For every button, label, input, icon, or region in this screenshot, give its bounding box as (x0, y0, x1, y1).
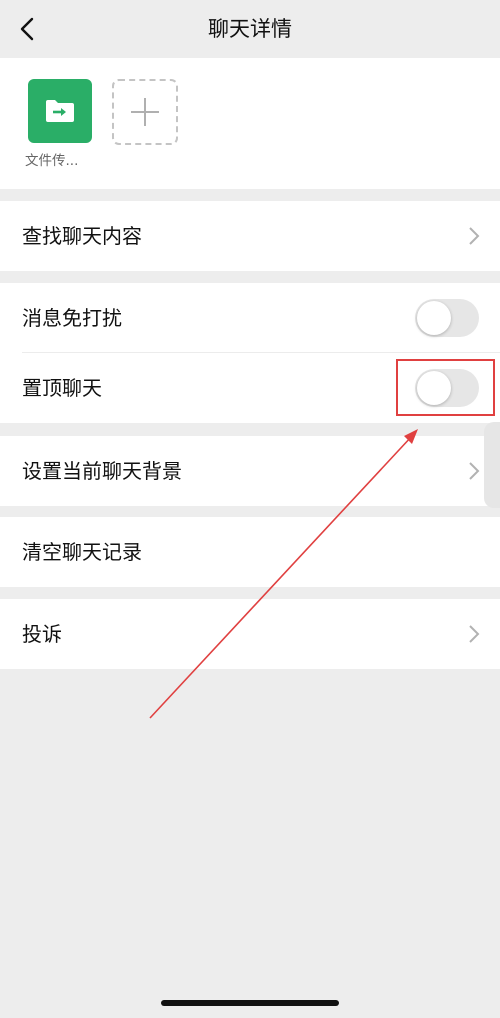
search-group: 查找聊天内容 (0, 201, 500, 271)
mute-notifications-row: 消息免打扰 (0, 283, 500, 353)
clear-chat-history-row[interactable]: 清空聊天记录 (0, 517, 500, 587)
toggle-knob (417, 301, 451, 335)
mute-toggle[interactable] (415, 299, 479, 337)
row-label: 投诉 (22, 622, 62, 646)
add-member-button[interactable] (112, 79, 178, 145)
member-panel: 文件传... (0, 58, 500, 189)
chevron-right-icon (469, 625, 480, 643)
annotation-highlight-box (396, 359, 495, 416)
home-indicator (161, 1000, 339, 1006)
clear-group: 清空聊天记录 (0, 517, 500, 587)
page-title: 聊天详情 (208, 17, 292, 41)
navigation-bar: 聊天详情 (0, 0, 500, 58)
row-label: 消息免打扰 (22, 306, 122, 330)
row-label: 置顶聊天 (22, 376, 102, 400)
report-group: 投诉 (0, 599, 500, 669)
chevron-right-icon (469, 462, 480, 480)
chevron-right-icon (469, 227, 480, 245)
floating-side-tab[interactable] (484, 422, 500, 508)
background-group: 设置当前聊天背景 (0, 436, 500, 506)
row-label: 清空聊天记录 (22, 540, 142, 564)
report-row[interactable]: 投诉 (0, 599, 500, 669)
member-file-transfer[interactable]: 文件传... (25, 79, 92, 169)
search-chat-content-row[interactable]: 查找聊天内容 (0, 201, 500, 271)
row-label: 设置当前聊天背景 (22, 459, 182, 483)
plus-icon (131, 98, 159, 126)
member-name: 文件传... (25, 153, 79, 169)
row-label: 查找聊天内容 (22, 224, 142, 248)
chat-background-row[interactable]: 设置当前聊天背景 (0, 436, 500, 506)
file-transfer-icon (46, 100, 74, 122)
avatar[interactable] (28, 79, 92, 143)
